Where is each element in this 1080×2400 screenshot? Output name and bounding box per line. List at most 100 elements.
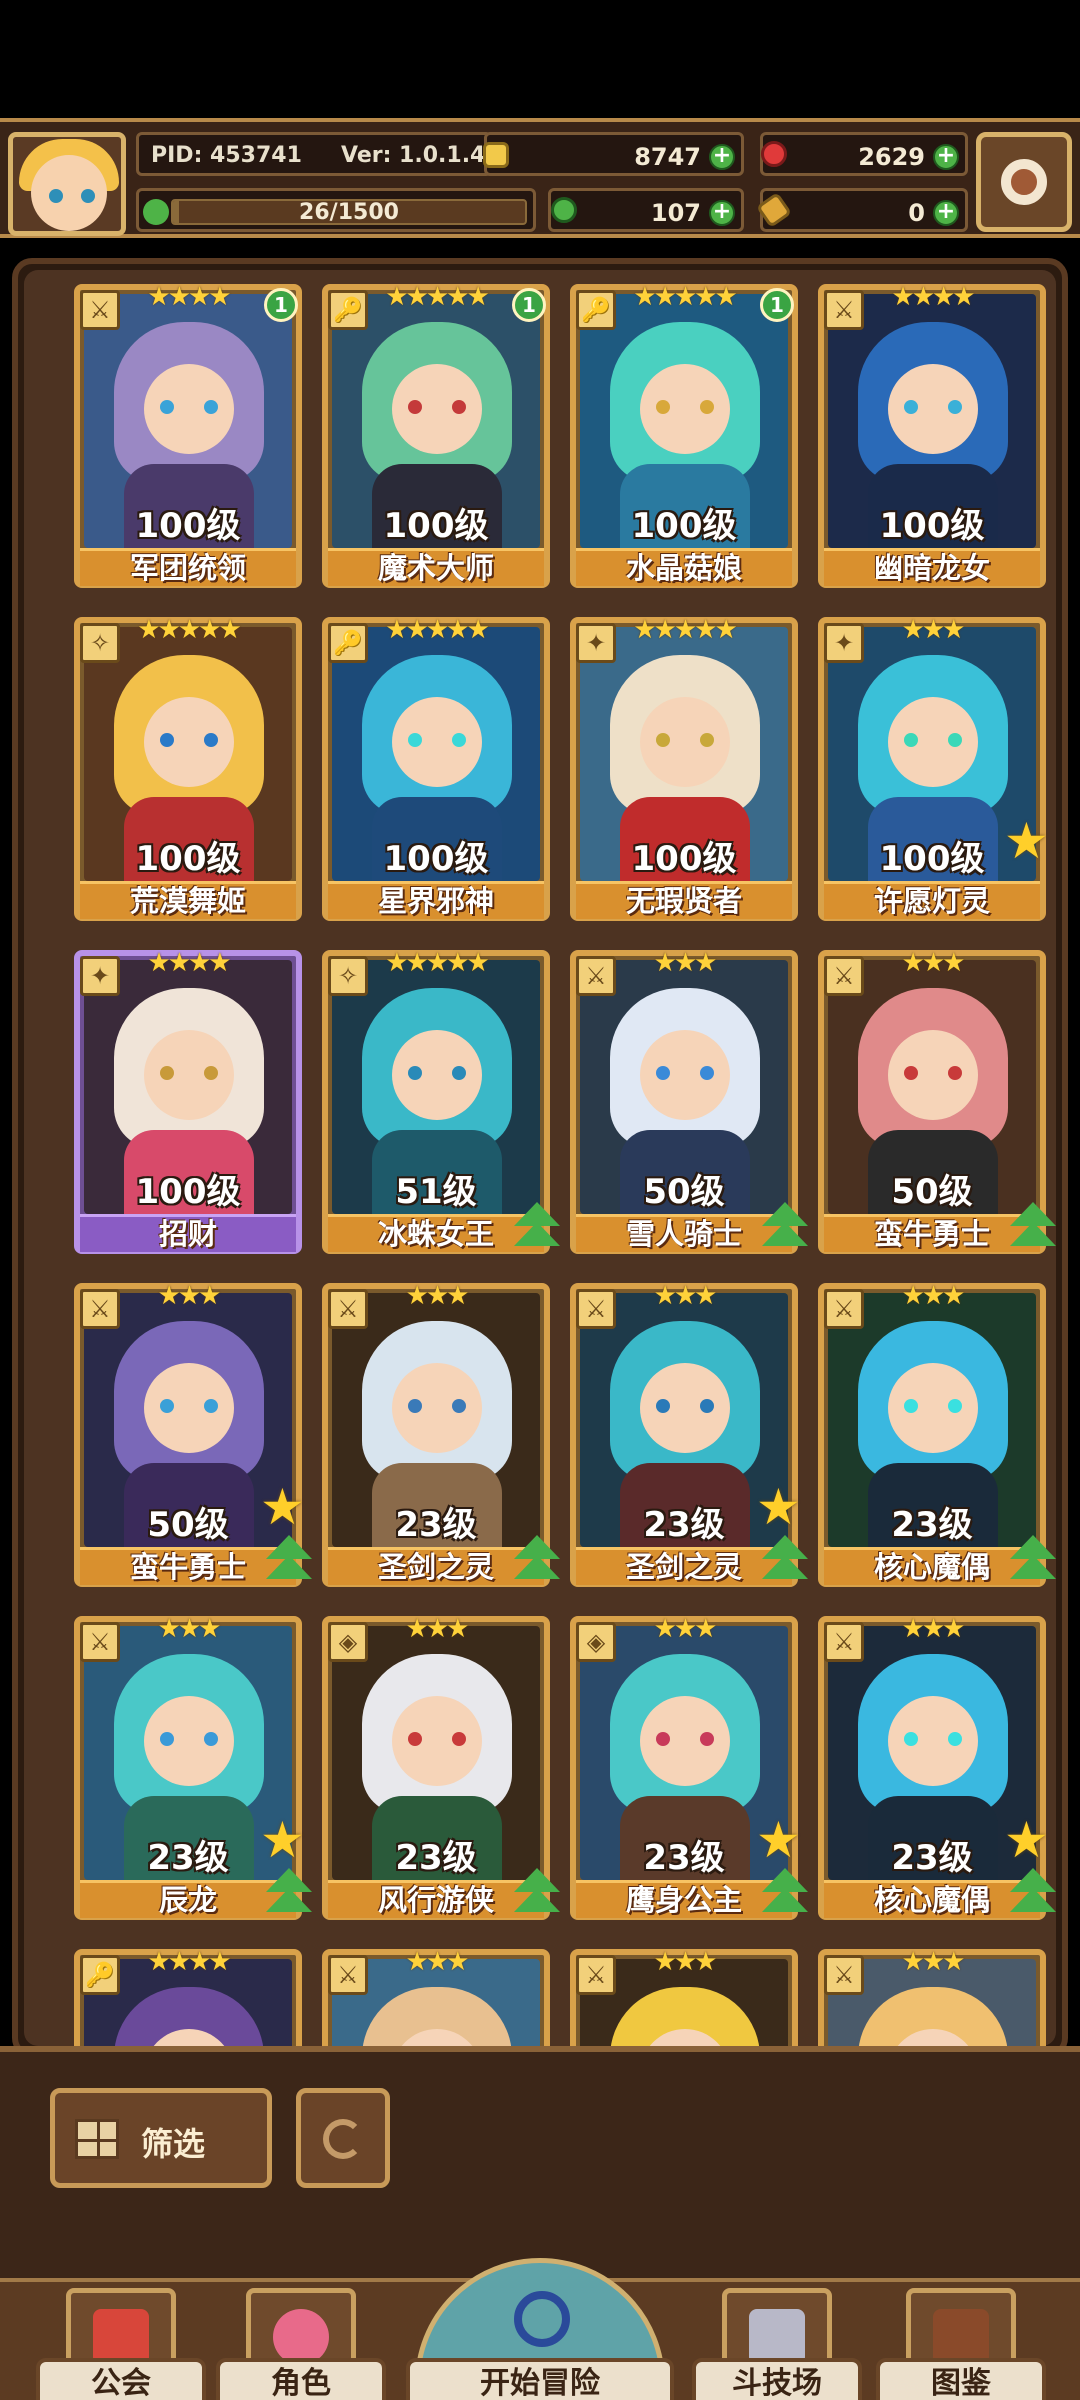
character-card[interactable]: ★★★⚔23级核心魔偶 <box>818 1283 1046 1591</box>
sort-toggle-button[interactable] <box>296 2088 390 2188</box>
portrait-eyes <box>656 400 714 414</box>
crossed-swords-icon <box>749 2309 805 2365</box>
character-card[interactable]: ★★★◈23级鹰身公主★ <box>570 1616 798 1924</box>
settings-button[interactable] <box>976 132 1072 232</box>
ruby-icon <box>761 141 787 167</box>
character-card[interactable]: ★★★⚔23级辰龙★ <box>74 1616 302 1924</box>
class-icon: 🔑 <box>576 290 616 330</box>
character-level: 100级 <box>322 498 550 547</box>
filter-label: 筛选 <box>141 2119 205 2165</box>
class-icon: 🔑 <box>80 1955 120 1995</box>
class-icon: ⚔ <box>80 1289 120 1329</box>
nav-codex[interactable]: 图鉴 <box>876 2288 1046 2400</box>
upgrade-arrow-icon <box>514 1202 560 1252</box>
character-card[interactable]: ★★★⚔ <box>322 1949 550 2054</box>
favorite-star-icon: ★ <box>756 1483 806 1533</box>
upgrade-arrow-icon <box>266 1535 312 1585</box>
upgrade-arrow-icon <box>762 1202 808 1252</box>
portrait-eyes <box>904 1732 962 1746</box>
class-icon: ⚔ <box>80 1622 120 1662</box>
character-card[interactable]: ★★★⚔23级圣剑之灵 <box>322 1283 550 1591</box>
class-icon: 🔑 <box>328 623 368 663</box>
character-card[interactable]: ★★★⚔50级蛮牛勇士★ <box>74 1283 302 1591</box>
add-key-button[interactable]: + <box>933 200 959 226</box>
rarity-stars: ★★★ <box>654 1281 715 1311</box>
character-card[interactable]: ★★★⚔ <box>818 1949 1046 2054</box>
portrait-eyes <box>408 400 466 414</box>
portrait-eyes <box>656 1732 714 1746</box>
character-grid[interactable]: ★★★★⚔1100级军团统领★★★★★🔑1100级魔术大师★★★★★🔑1100级… <box>54 264 1062 2054</box>
grid-icon <box>75 2119 119 2159</box>
portrait-eyes <box>160 1066 218 1080</box>
notification-badge: 1 <box>512 288 546 322</box>
class-icon: 🔑 <box>328 290 368 330</box>
nav-adventure-label: 开始冒险 <box>406 2358 674 2400</box>
character-card[interactable]: ★★★⚔23级核心魔偶★ <box>818 1616 1046 1924</box>
rarity-stars: ★★★★ <box>147 948 228 978</box>
character-name: 圣剑之灵 <box>576 1547 792 1585</box>
class-icon: ⚔ <box>80 290 120 330</box>
character-level: 100级 <box>74 831 302 880</box>
character-card[interactable]: ★★★⚔50级蛮牛勇士 <box>818 950 1046 1258</box>
character-name: 蛮牛勇士 <box>824 1214 1040 1252</box>
class-icon: ⚔ <box>824 1622 864 1662</box>
character-card[interactable]: ★★★★⚔1100级军团统领 <box>74 284 302 592</box>
xp-icon <box>143 199 169 225</box>
portrait-eyes <box>904 400 962 414</box>
refresh-icon <box>323 2119 363 2159</box>
add-clover-button[interactable]: + <box>709 200 735 226</box>
portrait-eyes <box>160 400 218 414</box>
class-icon: ✦ <box>80 956 120 996</box>
character-level: 100级 <box>570 831 798 880</box>
character-card[interactable]: ★★★★ 🔑 <box>74 1949 302 2054</box>
rarity-stars: ★★★★ <box>147 1947 228 1977</box>
nav-guild-label: 公会 <box>36 2358 206 2400</box>
class-icon: ◈ <box>328 1622 368 1662</box>
class-icon: ✦ <box>576 623 616 663</box>
character-card[interactable]: ★★★★★🔑1100级魔术大师 <box>322 284 550 592</box>
character-card[interactable]: ★★★★★🔑1100级水晶菇娘 <box>570 284 798 592</box>
class-icon: ✧ <box>328 956 368 996</box>
nav-adventure[interactable]: 开始冒险 <box>406 2288 674 2400</box>
rarity-stars: ★★★ <box>158 1614 219 1644</box>
nav-arena[interactable]: 斗技场 <box>692 2288 862 2400</box>
character-card[interactable]: ★★★★⚔100级幽暗龙女 <box>818 284 1046 592</box>
rarity-stars: ★★★ <box>902 615 963 645</box>
add-ruby-button[interactable]: + <box>933 144 959 170</box>
nav-characters[interactable]: 角色 <box>216 2288 386 2400</box>
nav-guild[interactable]: 公会 <box>36 2288 206 2400</box>
class-icon: ⚔ <box>824 1289 864 1329</box>
character-card[interactable]: ★★★★✦100级招财 <box>74 950 302 1258</box>
portrait-eyes <box>656 1066 714 1080</box>
game-version: Ver: 1.0.1.4 <box>341 143 485 168</box>
character-card[interactable]: ★★★◈23级风行游侠 <box>322 1616 550 1924</box>
character-name: 核心魔偶 <box>824 1547 1040 1585</box>
player-info-panel: PID: 453741 Ver: 1.0.1.4 <box>136 132 492 176</box>
rarity-stars: ★★★ <box>654 948 715 978</box>
character-card[interactable]: ★★★★★✧100级荒漠舞姬 <box>74 617 302 925</box>
key-counter: 0 + <box>760 188 968 232</box>
character-card[interactable]: ★★★★★🔑100级星界邪神 <box>322 617 550 925</box>
character-card[interactable]: ★★★⚔ <box>570 1949 798 2054</box>
upgrade-arrow-icon <box>1010 1202 1056 1252</box>
character-card[interactable]: ★★★★★✦100级无瑕贤者 <box>570 617 798 925</box>
character-card[interactable]: ★★★★★✧51级冰蛛女王 <box>322 950 550 1258</box>
filter-button[interactable]: 筛选 <box>50 2088 272 2188</box>
nav-characters-label: 角色 <box>216 2358 386 2400</box>
character-card[interactable]: ★★★⚔50级雪人骑士 <box>570 950 798 1258</box>
gold-coin-icon <box>483 142 509 168</box>
rarity-stars: ★★★ <box>158 1281 219 1311</box>
character-card[interactable]: ★★★⚔23级圣剑之灵★ <box>570 1283 798 1591</box>
class-icon: ⚔ <box>824 1955 864 1995</box>
portrait-eyes <box>904 1399 962 1413</box>
guild-building-icon <box>93 2309 149 2365</box>
portrait-eyes <box>656 1399 714 1413</box>
character-card[interactable]: ★★★✦100级许愿灯灵★ <box>818 617 1046 925</box>
player-avatar[interactable] <box>8 132 126 236</box>
character-name: 鹰身公主 <box>576 1880 792 1918</box>
rarity-stars: ★★★ <box>902 1614 963 1644</box>
class-icon: ⚔ <box>576 956 616 996</box>
add-gold-button[interactable]: + <box>709 144 735 170</box>
magnifier-map-icon <box>514 2291 570 2347</box>
rarity-stars: ★★★ <box>902 948 963 978</box>
